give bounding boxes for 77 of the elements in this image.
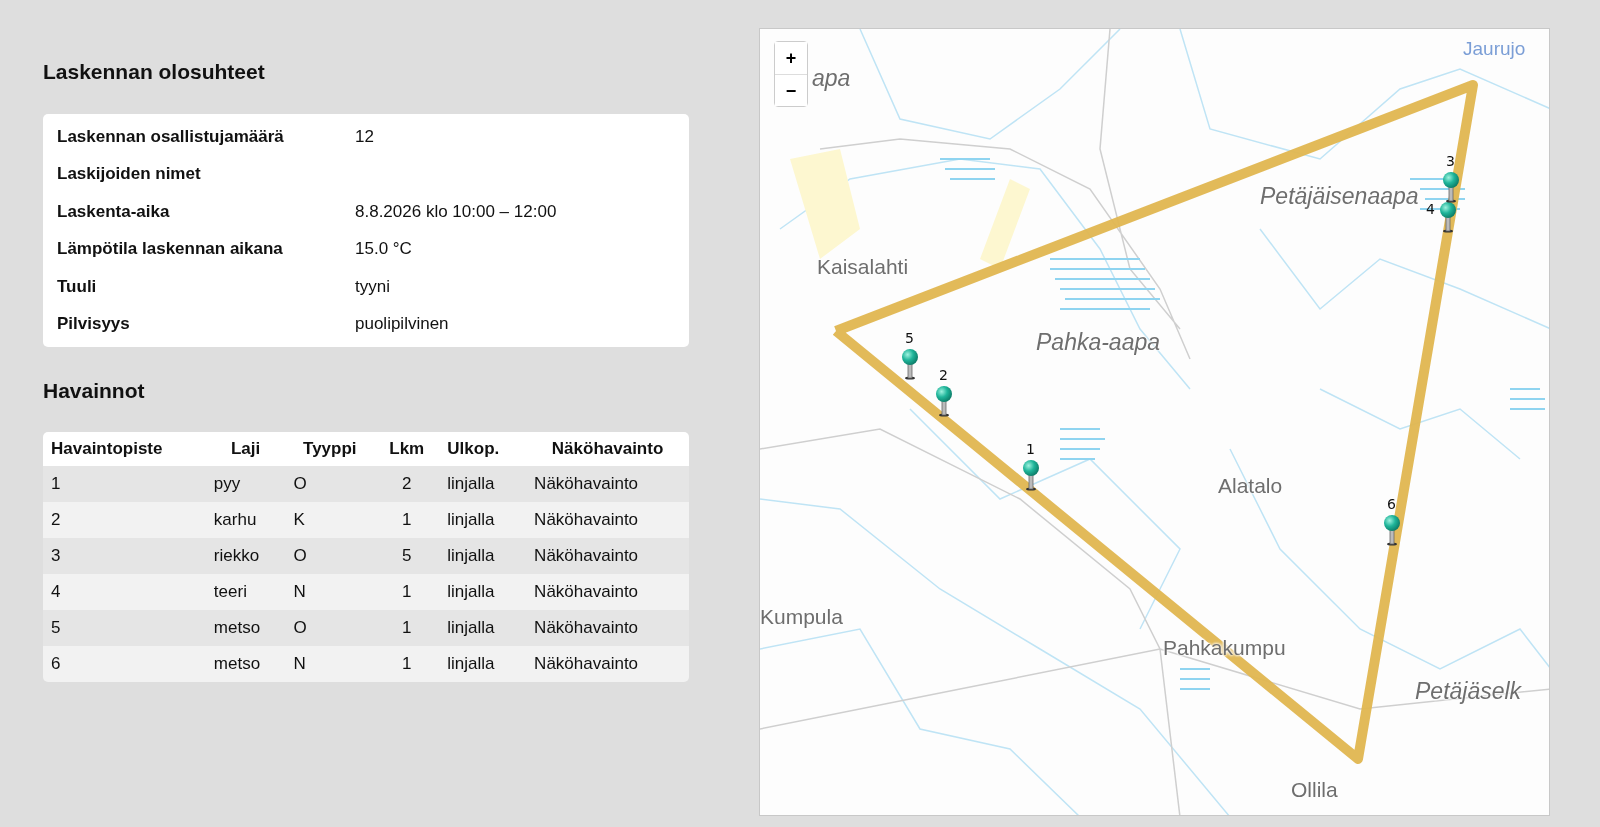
table-cell: Näköhavainto [526,645,689,682]
pin-number: 2 [939,366,948,385]
table-cell: Näköhavainto [526,573,689,610]
table-cell: linjalla [439,645,527,682]
map-pin-icon[interactable] [1021,459,1041,491]
table-cell: linjalla [439,537,527,574]
table-cell: pyy [205,465,286,502]
table-cell: N [285,645,375,682]
map-pin-icon[interactable] [1438,201,1458,233]
table-cell: 5 [374,537,440,574]
table-cell: teeri [205,573,286,610]
field-label: Tuuli [56,275,98,298]
pin-number: 5 [905,329,914,348]
column-header: Lkm [374,432,440,466]
place-label: Jaurujo [1463,37,1526,61]
pin-number: 6 [1387,495,1396,514]
table-cell: 1 [43,465,206,502]
place-label: Ollila [1291,777,1338,803]
table-cell: O [285,609,375,646]
field-label: Laskennan osallistujamäärä [56,125,285,148]
place-label: Kaisalahti [817,254,909,280]
table-cell: 2 [374,465,440,502]
map-pin-icon[interactable] [900,348,920,380]
column-header: Laji [205,432,286,466]
table-cell: O [285,465,375,502]
field-value: 8.8.2026 klo 10:00 – 12:00 [354,200,558,223]
table-cell: 3 [43,537,206,574]
place-label: Petäjäselk [1415,677,1522,706]
pin-number: 1 [1026,440,1035,459]
place-label: Pahka-aapa [1036,328,1161,357]
table-cell: 5 [43,609,206,646]
table-cell: linjalla [439,465,527,502]
place-label: Alatalo [1218,473,1283,499]
table-cell: 6 [43,645,206,682]
table-cell: riekko [205,537,286,574]
table-cell: K [285,501,375,538]
field-value: puolipilvinen [354,313,450,335]
section-title: Havainnot [43,377,146,404]
field-label: Lämpötila laskennan aikana [56,238,284,260]
place-label: Petäjäisenaapa [1260,182,1419,211]
field-label: Pilvisyys [56,313,131,335]
field-value: 12 [354,125,375,148]
table-cell: metso [205,645,286,682]
table-cell: O [285,537,375,574]
table-cell: Näköhavainto [526,465,689,502]
map-pin-icon[interactable] [934,385,954,417]
place-label: Kumpula [760,604,843,630]
table-cell: N [285,573,375,610]
place-label: apa [812,64,851,93]
table-cell: 1 [374,645,440,682]
map-pin-icon[interactable] [1441,171,1461,203]
table-cell: Näköhavainto [526,609,689,646]
field-label: Laskijoiden nimet [56,163,202,185]
map-pin-icon[interactable] [1382,514,1402,546]
table-cell: 1 [374,573,440,610]
table-cell: karhu [205,501,286,538]
section-title: Laskennan olosuhteet [43,59,266,85]
column-header: Näköhavainto [526,432,689,466]
table-cell: 2 [43,501,206,538]
table-cell: linjalla [439,573,527,610]
field-value: 15.0 °C [354,238,413,260]
pin-number: 4 [1426,200,1435,219]
table-cell: Näköhavainto [526,537,689,574]
table-cell: linjalla [439,609,527,646]
column-header: Ulkop. [439,432,527,466]
table-cell: 1 [374,501,440,538]
column-header: Havaintopiste [43,432,206,466]
field-value: tyyni [354,275,391,298]
table-cell: Näköhavainto [526,501,689,538]
pin-number: 3 [1446,152,1455,171]
table-cell: linjalla [439,501,527,538]
table-cell: 4 [43,573,206,610]
field-label: Laskenta-aika [56,200,171,223]
table-cell: 1 [374,609,440,646]
column-header: Tyyppi [285,432,375,466]
table-cell: metso [205,609,286,646]
zoom-out-button[interactable]: − [775,74,807,106]
